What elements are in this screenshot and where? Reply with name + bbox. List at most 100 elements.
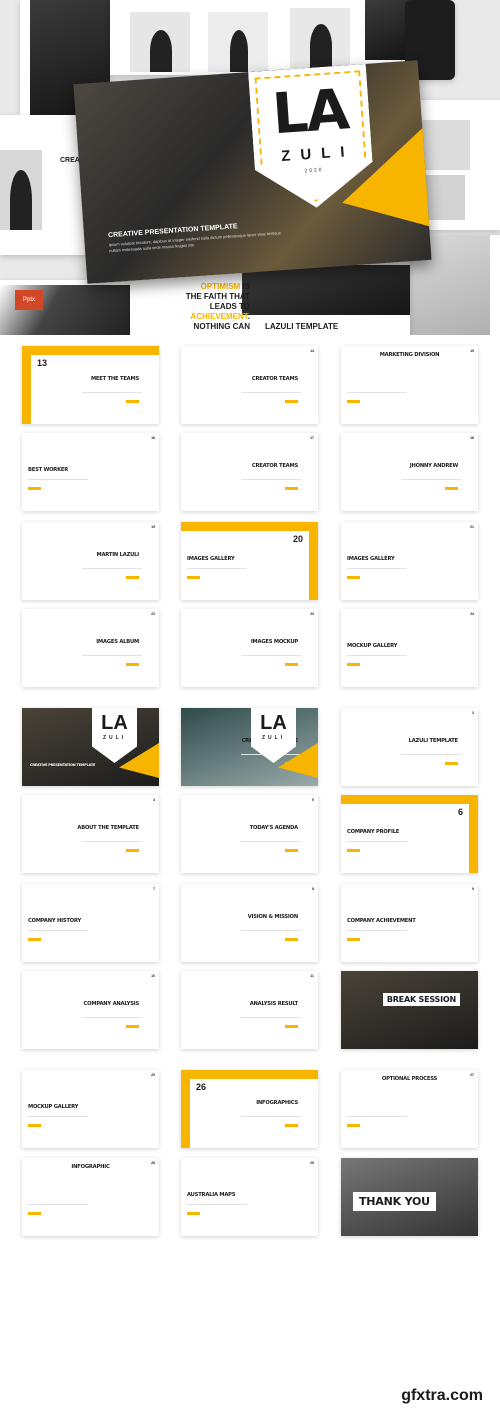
logo-badge: LA ZULI (92, 708, 137, 763)
slide-number: 21 (470, 525, 474, 529)
slide-title: COMPANY ACHIEVEMENT (347, 918, 416, 924)
body-text (241, 930, 301, 931)
slide-thumbnail[interactable]: 13 MEET THE TEAMS (22, 346, 159, 424)
slide-title: AUSTRALIA MAPS (187, 1192, 236, 1198)
body-text (28, 1116, 88, 1117)
template-label: LAZULI TEMPLATE (265, 322, 339, 331)
body-text (241, 479, 301, 480)
slide-thumbnail[interactable]: 18 JHONNY ANDREW (341, 433, 478, 511)
slide-number: 23 (310, 612, 314, 616)
slide-thumbnail[interactable]: 14 CREATOR TEAMS (181, 346, 318, 424)
slide-thumbnail[interactable]: 15 MARKETING DIVISION (341, 346, 478, 424)
slide-thumbnail[interactable]: CREATIVE TEMPLATELAZULI (181, 708, 318, 786)
slide-title: COMPANY PROFILE (347, 829, 400, 835)
slide-thumbnail[interactable]: 5 TODAY'S AGENDA (181, 795, 318, 873)
quote-highlight: ACHIEVEMENT (190, 312, 248, 321)
slide-thumbnail[interactable]: 3 LAZULI TEMPLATE (341, 708, 478, 786)
slide-number: 26 (193, 1080, 210, 1094)
hero-collage: CREA OPTIMISM IS THE FAITH THAT LEADS TO… (0, 0, 500, 335)
yellow-frame (181, 1070, 190, 1148)
slide-thumbnail[interactable]: 29 AUSTRALIA MAPS (181, 1158, 318, 1236)
slide-number: 6 (454, 805, 466, 819)
slide-thumbnail[interactable]: 23 IMAGES MOCKUP (181, 609, 318, 687)
slide-number: 18 (470, 436, 474, 440)
slide-title: OPTIONAL PROCESS (381, 1076, 438, 1082)
slide-thumbnail[interactable]: BREAK SESSION (341, 971, 478, 1049)
body-text (82, 392, 142, 393)
read-more-button (445, 487, 458, 490)
yellow-frame (469, 795, 478, 873)
slide-thumbnail[interactable]: 21 IMAGES GALLERY (341, 522, 478, 600)
slide-number: 11 (310, 974, 314, 978)
slide-title: JHONNY ANDREW (409, 463, 458, 469)
slide-title: IMAGES MOCKUP (250, 639, 298, 645)
slide-thumbnail[interactable]: THANK YOU (341, 1158, 478, 1236)
read-more-button (285, 663, 298, 666)
body-text (187, 1204, 247, 1205)
read-more-button (285, 849, 298, 852)
body-text (401, 754, 461, 755)
slide-title: BEST WORKER (28, 467, 69, 473)
slide-thumbnail[interactable]: 27 OPTIONAL PROCESS (341, 1070, 478, 1148)
team-photo-2 (208, 12, 268, 72)
body-text (347, 1116, 407, 1117)
team-photo-4 (365, 0, 410, 60)
read-more-button (28, 1124, 41, 1127)
body-text (82, 841, 142, 842)
read-more-button (347, 663, 360, 666)
read-more-button (126, 849, 139, 852)
slide-thumbnail[interactable]: 25 MOCKUP GALLERY (22, 1070, 159, 1148)
quote-line: IS (240, 282, 250, 291)
slide-thumbnail[interactable]: 17 CREATOR TEAMS (181, 433, 318, 511)
slide-thumbnail[interactable]: 8 VISION & MISSION (181, 884, 318, 962)
slide-title: MOCKUP GALLERY (28, 1104, 79, 1110)
slide-thumbnail[interactable]: 11 ANALYSIS RESULT (181, 971, 318, 1049)
slide-title: VISION & MISSION (247, 914, 299, 920)
slide-title: IMAGES GALLERY (347, 556, 395, 562)
slide-thumbnail[interactable]: 22 IMAGES ALBUM (22, 609, 159, 687)
slide-number: 25 (151, 1073, 155, 1077)
read-more-button (126, 663, 139, 666)
body-text (401, 479, 461, 480)
slide-thumbnail[interactable]: 7 COMPANY HISTORY (22, 884, 159, 962)
body-text (28, 930, 88, 931)
read-more-button (126, 576, 139, 579)
slide-thumbnail[interactable]: 6 COMPANY PROFILE (341, 795, 478, 873)
body-text (187, 568, 247, 569)
quote-line: LEADS TO (209, 302, 250, 311)
quote-text: OPTIMISM IS THE FAITH THAT LEADS TO ACHI… (160, 282, 250, 332)
body-text (28, 1204, 88, 1205)
read-more-button (187, 1212, 200, 1215)
slide-thumbnail[interactable]: CREATIVE PRESENTATION TEMPLATE LA ZULI (22, 708, 159, 786)
quote-line: . (247, 312, 250, 321)
slide-title: IMAGES GALLERY (187, 556, 235, 562)
slide-thumbnail[interactable]: 10 COMPANY ANALYSIS (22, 971, 159, 1049)
slide-number: 20 (289, 532, 306, 546)
slide-title: TODAY'S AGENDA (249, 825, 299, 831)
slide-thumbnail[interactable]: 16 BEST WORKER (22, 433, 159, 511)
slide-thumbnail[interactable]: 28 INFOGRAPHIC (22, 1158, 159, 1236)
slide-thumbnail[interactable]: 19 MARTIN LAZULI (22, 522, 159, 600)
team-photo-1 (130, 12, 190, 72)
slide-thumbnail[interactable]: 24 MOCKUP GALLERY (341, 609, 478, 687)
bg-slide-creator: CREA (0, 115, 85, 255)
slide-thumbnail[interactable]: 9 COMPANY ACHIEVEMENT (341, 884, 478, 962)
slide-thumbnail[interactable]: 26 INFOGRAPHICS (181, 1070, 318, 1148)
yellow-frame (22, 346, 31, 424)
body-text (82, 655, 142, 656)
read-more-button (28, 938, 41, 941)
body-text (241, 1116, 301, 1117)
read-more-button (28, 487, 41, 490)
body-text (241, 841, 301, 842)
quote-line: THE FAITH THAT (185, 292, 250, 301)
slide-number: 24 (470, 612, 474, 616)
read-more-button (347, 938, 360, 941)
slide-number: 13 (34, 356, 51, 370)
slide-thumbnail[interactable]: 4 ABOUT THE TEMPLATE (22, 795, 159, 873)
slide-number: 3 (472, 711, 474, 715)
creator-photo (0, 150, 42, 230)
team-photo-3 (290, 8, 350, 68)
slide-thumbnail[interactable]: 20 IMAGES GALLERY (181, 522, 318, 600)
yellow-frame (309, 522, 318, 600)
pptx-format-badge: Pptx (15, 290, 43, 310)
